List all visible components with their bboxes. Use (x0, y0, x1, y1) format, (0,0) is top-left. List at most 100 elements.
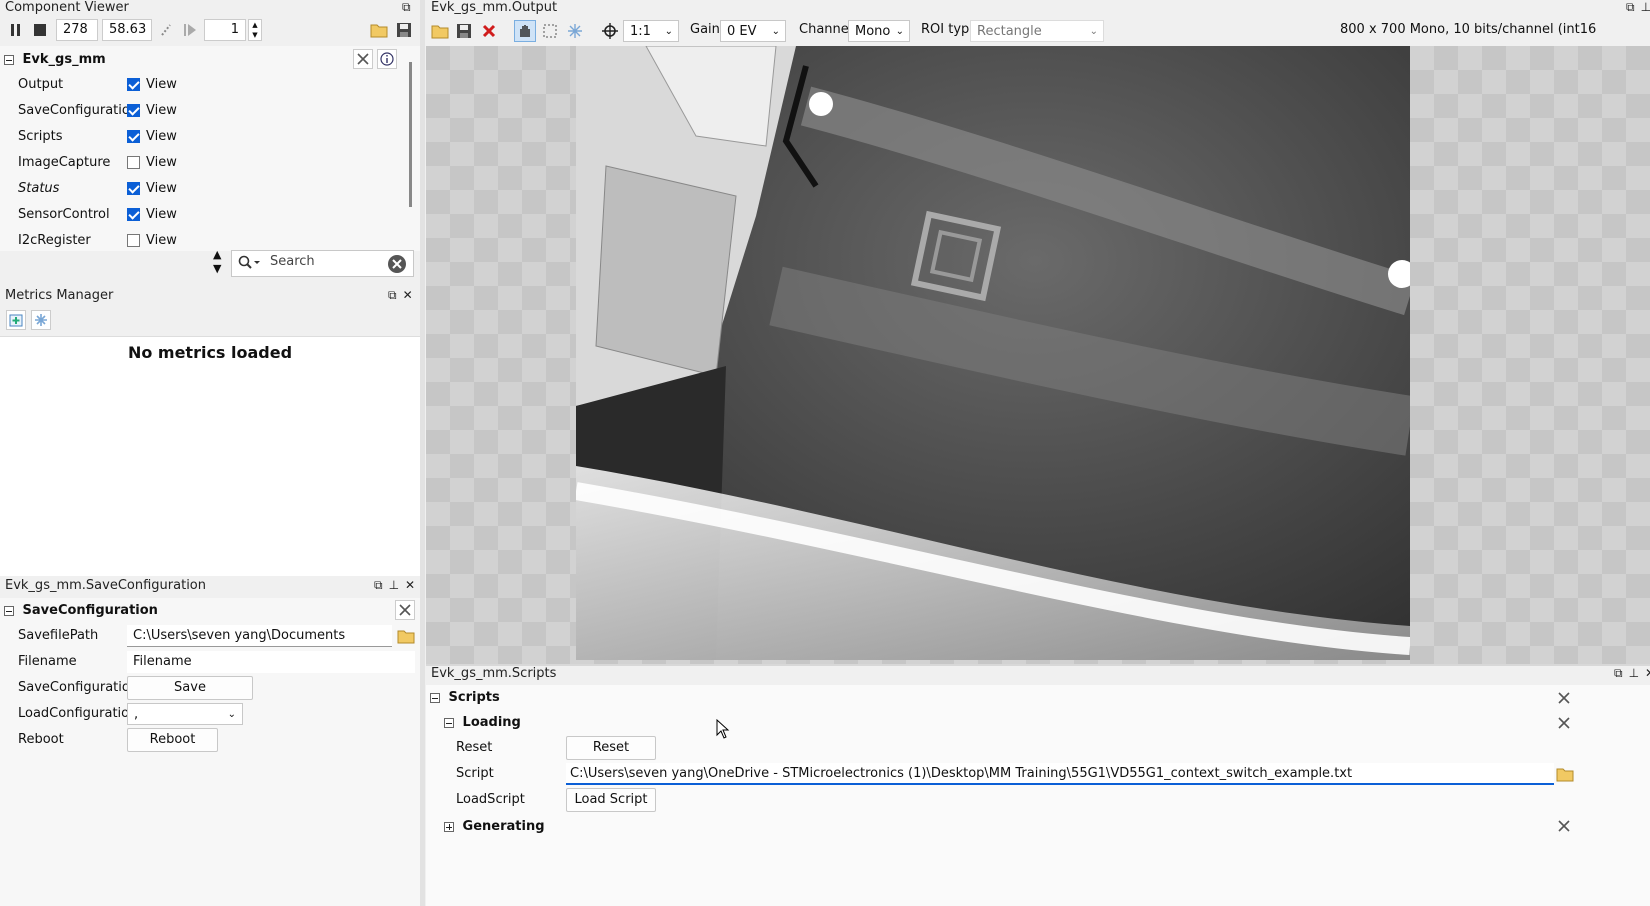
reset-button[interactable]: Reset (566, 736, 656, 760)
view-label: View (146, 155, 177, 170)
float-icon[interactable]: ⧉ (1614, 666, 1623, 681)
sort-arrows[interactable]: ▲ ▼ (213, 248, 221, 276)
loading-group-header[interactable]: Loading (444, 710, 521, 736)
chevron-down-icon: ⌄ (664, 26, 673, 37)
add-metric-icon[interactable] (6, 310, 26, 330)
tools-icon[interactable] (395, 600, 415, 620)
search-box[interactable]: Search (231, 250, 414, 277)
browse-folder-icon[interactable] (1555, 764, 1575, 784)
float-icon[interactable]: ⧉ (374, 578, 383, 593)
close-icon[interactable]: ✕ (1645, 666, 1650, 681)
tools-icon[interactable] (1554, 816, 1574, 836)
close-icon[interactable]: ✕ (403, 288, 413, 303)
tree-item[interactable]: Status View (18, 176, 408, 202)
save-icon[interactable] (454, 21, 474, 41)
float-icon[interactable]: ⧉ (402, 0, 411, 15)
pin-icon[interactable]: ⊥ (1641, 0, 1650, 15)
panel-title: Evk_gs_mm.SaveConfiguration (0, 578, 420, 594)
section-header[interactable]: SaveConfiguration (4, 598, 158, 624)
save-icon[interactable] (394, 20, 414, 40)
tools-icon[interactable] (353, 49, 373, 69)
roi-type-select[interactable]: Rectangle ⌄ (970, 20, 1104, 42)
clear-search-icon[interactable] (387, 254, 407, 278)
chevron-down-icon: ⌄ (227, 709, 236, 720)
camera-image[interactable] (576, 46, 1410, 660)
tools-icon[interactable] (1554, 713, 1574, 733)
tree-item-label: ImageCapture (18, 155, 111, 170)
tree-item[interactable]: Scripts View (18, 124, 408, 150)
open-folder-icon[interactable] (369, 20, 389, 40)
view-label: View (146, 103, 177, 118)
tree-item[interactable]: Output View (18, 72, 408, 98)
gain-select[interactable]: 0 EV ⌄ (720, 20, 786, 42)
close-icon[interactable]: ✕ (405, 578, 415, 593)
vertical-splitter[interactable] (420, 0, 425, 906)
collapse-icon[interactable] (444, 717, 454, 728)
tree-item-label: Scripts (18, 129, 63, 144)
tree-item[interactable]: I2cRegister View (18, 228, 408, 250)
reboot-button[interactable]: Reboot (127, 728, 218, 752)
browse-folder-icon[interactable] (396, 626, 416, 646)
view-checkbox[interactable] (127, 130, 140, 143)
select-rectangle-icon[interactable] (540, 21, 560, 41)
float-icon[interactable]: ⧉ (1626, 0, 1635, 15)
panel-title: Evk_gs_mm.Output (426, 0, 1650, 16)
tree-item[interactable]: ImageCapture View (18, 150, 408, 176)
pan-hand-icon[interactable] (514, 20, 536, 42)
panel-title: Component Viewer (0, 0, 420, 16)
view-label: View (146, 207, 177, 222)
channel-select[interactable]: Mono ⌄ (848, 20, 910, 42)
panel-title-icons: ⧉ ✕ (388, 288, 413, 303)
search-input[interactable]: Search (270, 253, 315, 271)
load-configuration-select[interactable]: , ⌄ (127, 703, 243, 725)
gain-value: 0 EV (727, 24, 757, 39)
fit-view-icon[interactable] (600, 21, 620, 41)
scripts-section-header[interactable]: Scripts (430, 685, 500, 711)
save-configuration-button[interactable]: Save Configuration (127, 676, 253, 717)
load-configuration-label: LoadConfiguration (18, 706, 138, 721)
pause-button[interactable] (6, 20, 26, 40)
settings-icon[interactable] (31, 310, 51, 330)
view-label: View (146, 181, 177, 196)
scripts-panel: Evk_gs_mm.Scripts ⧉ ⊥ ✕ Scripts Loading Re… (426, 666, 1650, 906)
filename-field[interactable]: Filename (127, 651, 415, 673)
step-forward-icon[interactable] (180, 20, 200, 40)
stop-button[interactable] (30, 20, 50, 40)
expand-icon[interactable] (444, 821, 454, 832)
close-image-icon[interactable] (479, 21, 499, 41)
view-checkbox[interactable] (127, 78, 140, 91)
panel-title: Evk_gs_mm.Scripts (426, 666, 1650, 682)
tree-item-label: Status (18, 181, 60, 196)
frame-stepper[interactable]: 1 (204, 19, 246, 41)
image-info-text: 800 x 700 Mono, 10 bits/channel (int16 (1340, 22, 1597, 37)
tree-scrollbar[interactable] (409, 62, 412, 207)
tree-item[interactable]: SaveConfiguration View (18, 98, 408, 124)
view-checkbox[interactable] (127, 234, 140, 247)
collapse-icon[interactable] (4, 605, 14, 616)
zoom-select[interactable]: 1:1 ⌄ (623, 20, 679, 42)
pin-icon[interactable]: ⊥ (1629, 666, 1639, 681)
load-script-button[interactable]: Load Script (566, 788, 656, 812)
script-path-input[interactable]: C:\Users\seven yang\OneDrive - STMicroel… (566, 763, 1554, 785)
savefile-path-field[interactable]: C:\Users\seven yang\Documents (127, 625, 392, 647)
view-checkbox[interactable] (127, 156, 140, 169)
tree-item-label: I2cRegister (18, 233, 91, 248)
tree-root[interactable]: Evk_gs_mm (4, 47, 106, 73)
tools-icon[interactable] (1554, 688, 1574, 708)
view-checkbox[interactable] (127, 182, 140, 195)
loop-icon[interactable] (156, 20, 176, 40)
open-folder-icon[interactable] (430, 21, 450, 41)
view-checkbox[interactable] (127, 104, 140, 117)
info-icon[interactable] (377, 49, 397, 69)
view-checkbox[interactable] (127, 208, 140, 221)
panel-title-icons: ⧉ ⊥ (1626, 0, 1650, 15)
collapse-icon[interactable] (430, 692, 440, 703)
chevron-down-icon: ⌄ (895, 26, 904, 37)
tree-item[interactable]: SensorControl View (18, 202, 408, 228)
frame-spin-arrows[interactable]: ▲ ▼ (248, 19, 262, 41)
collapse-icon[interactable] (4, 54, 14, 65)
grid-icon[interactable] (565, 21, 585, 41)
float-icon[interactable]: ⧉ (388, 288, 397, 303)
generating-group-header[interactable]: Generating (444, 814, 545, 840)
pin-icon[interactable]: ⊥ (389, 578, 399, 593)
